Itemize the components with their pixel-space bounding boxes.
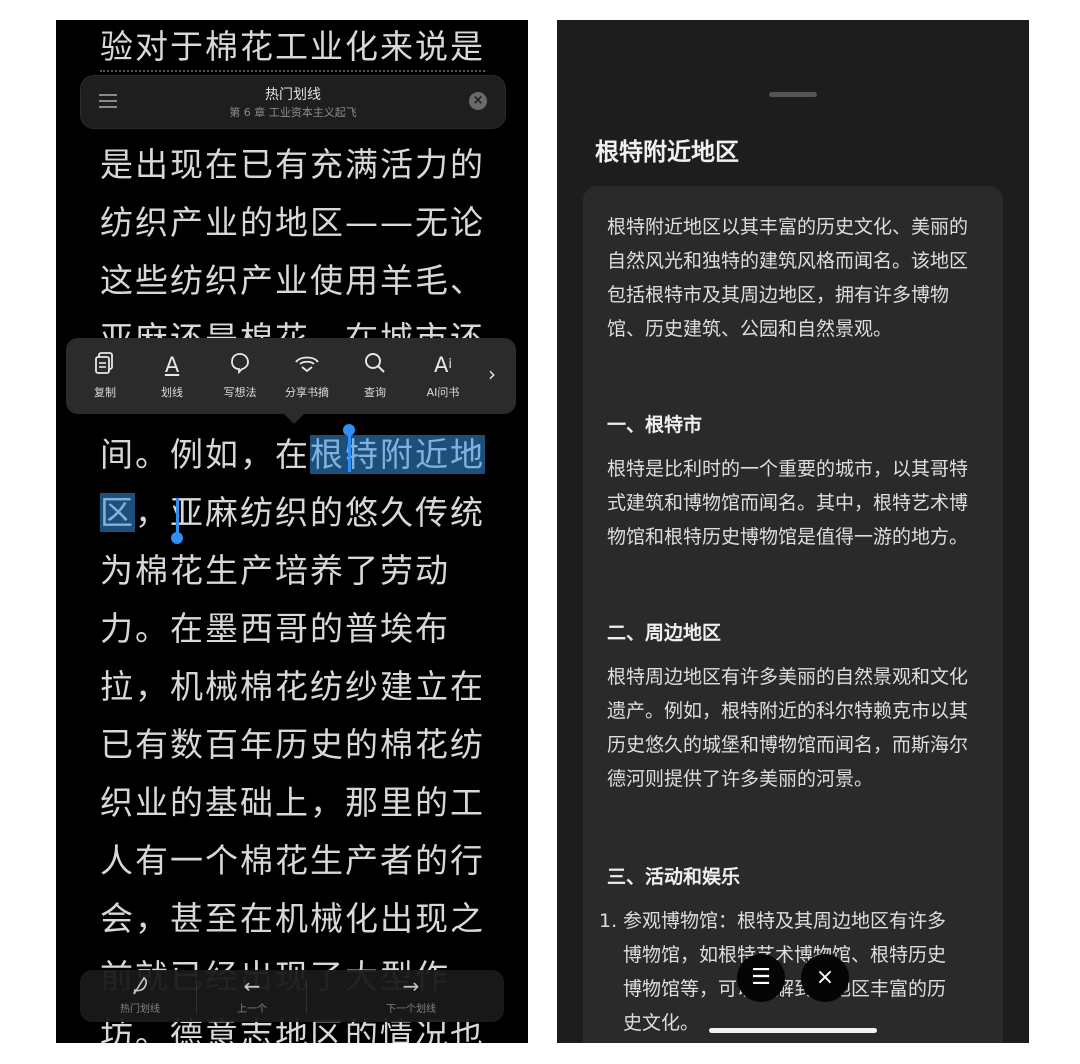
section-heading: 一、根特市 [607,414,703,436]
share-excerpt-button[interactable]: 分享书摘 [276,352,338,400]
chapter-label: 第 6 章 工业资本主义起飞 [229,106,357,119]
list-item: 参观博物馆：根特及其周边地区有许多博物馆，如根特艺术博物馆、根特历史博物馆等，可… [623,910,947,1034]
text-line: 这些纺织产业使用羊毛、 [100,261,485,300]
close-icon[interactable]: × [469,92,487,110]
text-line: 力。在墨西哥的普埃布 [100,609,450,648]
hot-highlights-label: 热门划线 [120,1004,160,1015]
lookup-label: 查询 [364,386,386,399]
arrow-right-icon: → [402,974,420,998]
lookup-button[interactable]: 查询 [344,352,406,400]
arrow-left-icon: ← [243,974,261,998]
selection-end-knob[interactable] [171,532,183,544]
feather-icon [108,974,172,998]
selection-start-knob[interactable] [343,424,355,436]
sheet-grabber[interactable] [769,92,817,97]
text-line: 已有数百年历史的棉花纺 [100,725,485,764]
ai-icon: Ai [434,353,452,377]
more-chevron-icon[interactable]: › [482,362,502,386]
thought-icon [209,352,271,378]
list-number: 1. [599,910,618,932]
text-span: ，亚麻纺织的悠久传统 [135,493,485,532]
write-thought-button[interactable]: 写想法 [209,352,271,400]
close-button[interactable]: × [801,954,849,1002]
ai-answer-panel: 根特附近地区 根特附近地区以其丰富的历史文化、美丽的自然风光和独特的建筑风格而闻… [557,20,1029,1043]
previous-label: 上一个 [237,1004,267,1015]
section-heading: 二、周边地区 [607,622,722,644]
hot-highlights-bar[interactable]: 热门划线 第 6 章 工业资本主义起飞 × [80,75,506,129]
ai-ask-book-label: AI问书 [426,386,460,399]
bottom-navigation-bar: 热门划线 ← 上一个 → 下一个划线 [80,970,504,1022]
copy-button[interactable]: 复制 [74,352,136,400]
previous-button[interactable]: ← 上一个 [214,974,290,1015]
write-thought-label: 写想法 [223,386,257,399]
text-line: 织业的基础上，那里的工 [100,783,485,822]
share-icon [276,352,338,378]
text-line: 区，亚麻纺织的悠久传统 [100,490,485,536]
ai-ask-book-button[interactable]: Ai AI问书 [412,352,474,400]
selected-text[interactable]: 根特附近地 [310,435,485,474]
section-paragraph: 根特是比利时的一个重要的城市，以其哥特式建筑和博物馆而闻名。其中，根特艺术博物馆… [607,458,969,548]
selected-text[interactable]: 区 [100,493,135,532]
text-line: 人有一个棉花生产者的行 [100,841,485,880]
next-highlight-label: 下一个划线 [386,1004,436,1015]
divider [196,980,197,1014]
intro-paragraph: 根特附近地区以其丰富的历史文化、美丽的自然风光和独特的建筑风格而闻名。该地区包括… [607,216,969,340]
text-line: 纺织产业的地区——无论 [100,203,485,242]
underline-button[interactable]: A 划线 [141,352,203,400]
hot-highlights-button[interactable]: 热门划线 [108,974,172,1015]
section-paragraph: 根特周边地区有许多美丽的自然景观和文化遗产。例如，根特附近的科尔特赖克市以其历史… [607,666,969,790]
section-heading: 三、活动和娱乐 [607,866,741,888]
divider [306,980,307,1014]
text-line: 是出现在已有充满活力的 [100,145,485,184]
text-line: 间。例如，在根特附近地 [100,432,485,478]
underline-label: 划线 [161,386,183,399]
next-highlight-button[interactable]: → 下一个划线 [356,974,466,1015]
menu-button[interactable]: ☰ [737,954,785,1002]
text-line: 拉，机械棉花纺纱建立在 [100,667,485,706]
text-span: 间。例如，在 [100,435,310,474]
text-line: 验对于棉花工业化来说是 [100,24,485,72]
copy-icon [74,352,136,378]
text-line: 为棉花生产培养了劳动 [100,551,450,590]
share-excerpt-label: 分享书摘 [285,386,329,399]
hot-highlights-title: 热门划线 [265,87,321,103]
selection-toolbar: 复制 A 划线 写想法 分享书摘 查询 Ai AI问书 › [66,338,516,424]
panel-title: 根特附近地区 [595,138,739,166]
reader-panel: 验对于棉花工业化来说是 是出现在已有充满活力的 纺织产业的地区——无论 这些纺织… [56,20,528,1043]
answer-card: 根特附近地区以其丰富的历史文化、美丽的自然风光和独特的建筑风格而闻名。该地区包括… [583,186,1003,1043]
search-icon [344,352,406,378]
copy-label: 复制 [94,386,116,399]
text-line: 会，甚至在机械化出现之 [100,899,485,938]
underline-icon: A [164,353,180,377]
home-indicator [709,1028,877,1033]
selection-start-handle[interactable] [348,432,351,472]
